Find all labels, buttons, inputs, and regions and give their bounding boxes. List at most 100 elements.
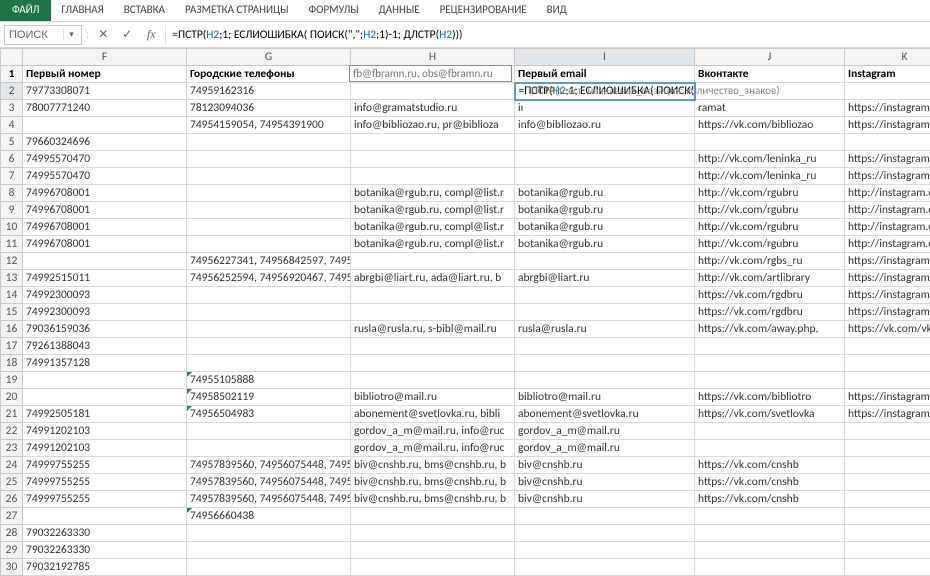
- row-header-25[interactable]: 25: [1, 474, 23, 491]
- cell-J12[interactable]: http://vk.com/rgbs_ru: [695, 253, 845, 270]
- cell-I16[interactable]: rusla@rusla.ru: [515, 321, 695, 338]
- cell-J6[interactable]: http://vk.com/leninka_ru: [695, 151, 845, 168]
- fx-icon[interactable]: fx: [141, 27, 161, 42]
- cell-F22[interactable]: 74991202103: [23, 423, 187, 440]
- cell-J22[interactable]: [695, 423, 845, 440]
- cell-G13[interactable]: 74956252594, 74956920467, 7495: [187, 270, 351, 287]
- tab-file[interactable]: ФАЙЛ: [0, 0, 51, 21]
- cell-G30[interactable]: [187, 559, 351, 576]
- cell-H21[interactable]: abonement@svetlovka.ru, bibli: [351, 406, 515, 423]
- tab-page-layout[interactable]: РАЗМЕТКА СТРАНИЦЫ: [175, 0, 299, 21]
- cell-K17[interactable]: [845, 338, 930, 355]
- cell-H24[interactable]: biv@cnshb.ru, bms@cnshb.ru, b: [351, 457, 515, 474]
- cell-I15[interactable]: [515, 304, 695, 321]
- cell-J30[interactable]: [695, 559, 845, 576]
- cell-H15[interactable]: [351, 304, 515, 321]
- cell-K28[interactable]: [845, 525, 930, 542]
- select-all-corner[interactable]: [1, 49, 23, 66]
- cell-I24[interactable]: biv@cnshb.ru: [515, 457, 695, 474]
- cell-K30[interactable]: [845, 559, 930, 576]
- row-header-24[interactable]: 24: [1, 457, 23, 474]
- cell-H11[interactable]: botanika@rgub.ru, compl@list.r: [351, 236, 515, 253]
- cell-G28[interactable]: [187, 525, 351, 542]
- row-header-3[interactable]: 3: [1, 100, 23, 117]
- cell-G1[interactable]: Городские телефоны: [187, 66, 351, 83]
- cell-K19[interactable]: [845, 372, 930, 389]
- cell-J3[interactable]: ramat: [695, 100, 845, 117]
- row-header-8[interactable]: 8: [1, 185, 23, 202]
- cell-G8[interactable]: [187, 185, 351, 202]
- cell-J16[interactable]: https://vk.com/away.php,: [695, 321, 845, 338]
- cell-I27[interactable]: [515, 508, 695, 525]
- name-box-dropdown-icon[interactable]: ▾: [63, 29, 79, 40]
- cell-G5[interactable]: [187, 134, 351, 151]
- cell-J15[interactable]: https://vk.com/rgdbru: [695, 304, 845, 321]
- cell-H25[interactable]: biv@cnshb.ru, bms@cnshb.ru, b: [351, 474, 515, 491]
- cell-F20[interactable]: [23, 389, 187, 406]
- cell-H12[interactable]: [351, 253, 515, 270]
- col-header-K[interactable]: K: [845, 49, 930, 66]
- cell-G19[interactable]: 74955105888: [187, 372, 351, 389]
- cell-J25[interactable]: https://vk.com/cnshb: [695, 474, 845, 491]
- cell-I29[interactable]: [515, 542, 695, 559]
- cell-G22[interactable]: [187, 423, 351, 440]
- row-header-13[interactable]: 13: [1, 270, 23, 287]
- cell-I12[interactable]: [515, 253, 695, 270]
- cell-G15[interactable]: [187, 304, 351, 321]
- cell-I14[interactable]: [515, 287, 695, 304]
- cell-K6[interactable]: https://instagram.com/: [845, 151, 930, 168]
- cell-H4[interactable]: info@bibliozao.ru, pr@biblioza: [351, 117, 515, 134]
- formula-bar[interactable]: =ПСТР(H2;1; ЕСЛИОШИБКА( ПОИСК(",";H2;1)-…: [165, 25, 926, 45]
- tab-insert[interactable]: ВСТАВКА: [114, 0, 175, 21]
- cell-H20[interactable]: bibliotro@mail.ru: [351, 389, 515, 406]
- row-header-21[interactable]: 21: [1, 406, 23, 423]
- cell-J11[interactable]: http://vk.com/rgubru: [695, 236, 845, 253]
- cell-I7[interactable]: [515, 168, 695, 185]
- cell-K23[interactable]: [845, 440, 930, 457]
- cell-G24[interactable]: 74957839560, 74956075448, 7495: [187, 457, 351, 474]
- col-header-F[interactable]: F: [23, 49, 187, 66]
- cell-G18[interactable]: [187, 355, 351, 372]
- tab-review[interactable]: РЕЦЕНЗИРОВАНИЕ: [430, 0, 537, 21]
- cell-G20[interactable]: 74958502119: [187, 389, 351, 406]
- cell-F7[interactable]: 74995570470: [23, 168, 187, 185]
- row-header-6[interactable]: 6: [1, 151, 23, 168]
- row-header-7[interactable]: 7: [1, 168, 23, 185]
- row-header-29[interactable]: 29: [1, 542, 23, 559]
- cell-J26[interactable]: https://vk.com/cnshb: [695, 491, 845, 508]
- cell-G10[interactable]: [187, 219, 351, 236]
- cell-I11[interactable]: botanika@rgub.ru: [515, 236, 695, 253]
- cell-H2[interactable]: [351, 83, 515, 100]
- cell-I10[interactable]: botanika@rgub.ru: [515, 219, 695, 236]
- cell-J21[interactable]: https://vk.com/svetlovka: [695, 406, 845, 423]
- cell-F28[interactable]: 79032263330: [23, 525, 187, 542]
- cell-J7[interactable]: http://vk.com/leninka_ru: [695, 168, 845, 185]
- cell-J19[interactable]: [695, 372, 845, 389]
- cell-F8[interactable]: 74996708001: [23, 185, 187, 202]
- row-header-10[interactable]: 10: [1, 219, 23, 236]
- cell-K10[interactable]: http://instagram.com/r: [845, 219, 930, 236]
- cell-K1[interactable]: Instagram: [845, 66, 930, 83]
- row-header-18[interactable]: 18: [1, 355, 23, 372]
- cell-G6[interactable]: [187, 151, 351, 168]
- cell-G3[interactable]: 78123094036: [187, 100, 351, 117]
- cell-G23[interactable]: [187, 440, 351, 457]
- cell-J14[interactable]: https://vk.com/rgdbru: [695, 287, 845, 304]
- cell-J23[interactable]: [695, 440, 845, 457]
- cell-K5[interactable]: [845, 134, 930, 151]
- cell-K4[interactable]: https://instagram.com/: [845, 117, 930, 134]
- cell-J17[interactable]: [695, 338, 845, 355]
- cell-F10[interactable]: 74996708001: [23, 219, 187, 236]
- cell-I20[interactable]: bibliotro@mail.ru: [515, 389, 695, 406]
- cell-J24[interactable]: https://vk.com/cnshb: [695, 457, 845, 474]
- cell-J8[interactable]: http://vk.com/rgubru: [695, 185, 845, 202]
- row-header-14[interactable]: 14: [1, 287, 23, 304]
- cell-F9[interactable]: 74996708001: [23, 202, 187, 219]
- row-header-12[interactable]: 12: [1, 253, 23, 270]
- cell-F3[interactable]: 78007771240: [23, 100, 187, 117]
- cell-F14[interactable]: 74992300093: [23, 287, 187, 304]
- row-header-1[interactable]: 1: [1, 66, 23, 83]
- cell-H26[interactable]: biv@cnshb.ru, bms@cnshb.ru, b: [351, 491, 515, 508]
- cancel-formula-icon[interactable]: ✕: [93, 27, 113, 42]
- cell-I30[interactable]: [515, 559, 695, 576]
